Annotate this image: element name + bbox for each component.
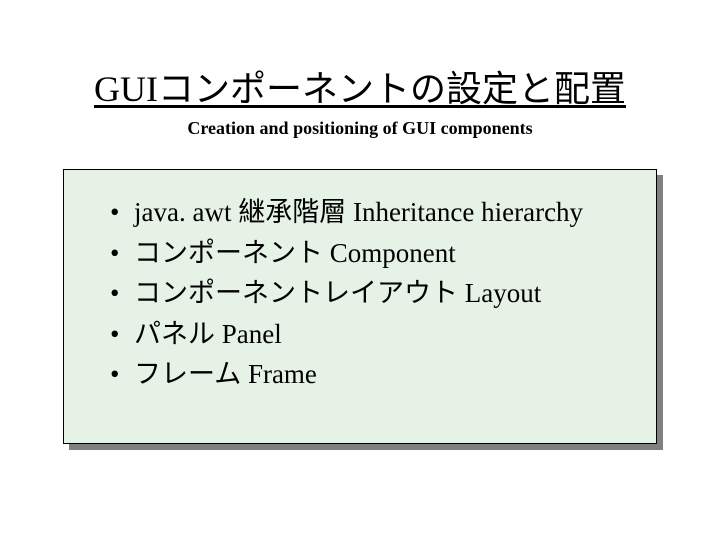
list-item-text: コンポーネントレイアウト Layout	[134, 273, 541, 314]
bullet-icon: •	[110, 354, 120, 395]
list-item: • コンポーネント Component	[110, 233, 632, 274]
bullet-icon: •	[110, 314, 120, 355]
bullet-list: • java. awt 継承階層 Inheritance hierarchy •…	[110, 192, 632, 395]
list-item: • java. awt 継承階層 Inheritance hierarchy	[110, 192, 632, 233]
list-item-text: コンポーネント Component	[134, 233, 456, 274]
list-item: • フレーム Frame	[110, 354, 632, 395]
list-item: • コンポーネントレイアウト Layout	[110, 273, 632, 314]
list-item-text: パネル Panel	[134, 314, 282, 355]
list-item: • パネル Panel	[110, 314, 632, 355]
bullet-icon: •	[110, 192, 120, 233]
content-box-wrapper: • java. awt 継承階層 Inheritance hierarchy •…	[63, 169, 657, 444]
list-item-text: java. awt 継承階層 Inheritance hierarchy	[134, 192, 583, 233]
page-title: GUIコンポーネントの設定と配置	[94, 60, 626, 112]
content-box: • java. awt 継承階層 Inheritance hierarchy •…	[63, 169, 657, 444]
page-subtitle: Creation and positioning of GUI componen…	[187, 118, 532, 139]
bullet-icon: •	[110, 233, 120, 274]
bullet-icon: •	[110, 273, 120, 314]
list-item-text: フレーム Frame	[134, 354, 317, 395]
